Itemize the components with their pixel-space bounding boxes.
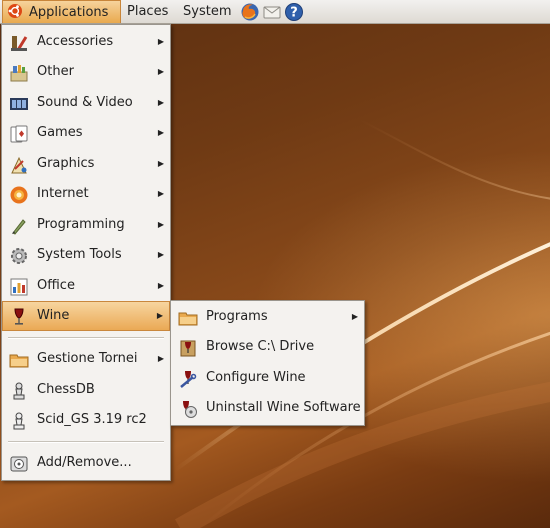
- menu-item-scid-gs[interactable]: Scid_GS 3.19 rc2: [2, 405, 170, 435]
- menu-item-label: Uninstall Wine Software: [206, 400, 361, 415]
- chessdb-icon: [13, 382, 25, 400]
- games-icon: ♦: [10, 125, 28, 143]
- menu-item-office[interactable]: Office ▶: [2, 271, 170, 301]
- programming-icon: [12, 219, 26, 235]
- svg-text:♦: ♦: [17, 130, 25, 140]
- wine-uninstall-icon: [183, 401, 197, 418]
- menu-item-label: Graphics: [37, 156, 95, 171]
- menu-item-add-remove[interactable]: Add/Remove...: [2, 448, 170, 478]
- mail-icon[interactable]: [262, 2, 282, 22]
- applications-menu-button[interactable]: Applications: [2, 0, 121, 23]
- menu-item-graphics[interactable]: Graphics ▶: [2, 149, 170, 179]
- applications-menu-label: Applications: [29, 5, 109, 20]
- wine-icon: [14, 308, 24, 325]
- menu-separator: [8, 441, 164, 443]
- menu-item-label: ChessDB: [37, 382, 95, 397]
- menu-item-other[interactable]: Other ▶: [2, 57, 170, 87]
- menu-item-label: Add/Remove...: [37, 455, 132, 470]
- menu-item-wine[interactable]: Wine ▶: [2, 301, 170, 331]
- submenu-arrow-icon: ▶: [157, 67, 164, 76]
- wine-submenu: Programs ▶ Browse C:\ Drive Configure Wi…: [170, 300, 365, 426]
- folder-icon: [178, 312, 198, 326]
- submenu-item-configure-wine[interactable]: Configure Wine: [171, 363, 364, 393]
- submenu-item-programs[interactable]: Programs ▶: [171, 302, 364, 332]
- submenu-arrow-icon: ▶: [157, 220, 164, 229]
- menu-item-label: Scid_GS 3.19 rc2: [37, 412, 147, 427]
- applications-dropdown-menu: Accessories ▶ Other ▶ Sound & Video ▶ ♦ …: [1, 24, 171, 481]
- wine-browse-icon: [180, 340, 196, 357]
- menu-item-label: Programming: [37, 217, 125, 232]
- menu-item-label: Wine: [37, 308, 70, 323]
- menu-item-label: Browse C:\ Drive: [206, 339, 315, 354]
- menu-item-label: Other: [37, 64, 74, 79]
- folder-icon: [9, 354, 29, 368]
- places-menu-button[interactable]: Places: [122, 0, 178, 23]
- menu-item-programming[interactable]: Programming ▶: [2, 210, 170, 240]
- menu-item-label: Gestione Tornei: [37, 351, 138, 366]
- submenu-arrow-icon: ▶: [156, 311, 163, 320]
- sound-video-icon: [10, 98, 28, 110]
- menu-item-label: Configure Wine: [206, 370, 306, 385]
- menu-item-games[interactable]: ♦ Games ▶: [2, 118, 170, 148]
- menu-item-chessdb[interactable]: ChessDB: [2, 375, 170, 405]
- submenu-arrow-icon: ▶: [157, 37, 164, 46]
- system-menu-button[interactable]: System: [178, 0, 240, 23]
- submenu-arrow-icon: ▶: [157, 354, 164, 363]
- menu-separator: [8, 337, 164, 339]
- scid-icon: [13, 412, 25, 430]
- submenu-arrow-icon: ▶: [157, 128, 164, 137]
- other-icon: [10, 65, 28, 82]
- menu-item-gestione-tornei[interactable]: Gestione Tornei ▶: [2, 344, 170, 374]
- submenu-arrow-icon: ▶: [157, 98, 164, 107]
- svg-text:?: ?: [290, 6, 298, 21]
- top-panel: Applications Places System ?: [0, 0, 550, 24]
- menu-item-label: Sound & Video: [37, 95, 133, 110]
- menu-item-label: Office: [37, 278, 75, 293]
- submenu-arrow-icon: ▶: [351, 312, 358, 321]
- add-remove-icon: [10, 456, 28, 472]
- menu-item-system-tools[interactable]: System Tools ▶: [2, 240, 170, 270]
- internet-icon: [10, 186, 28, 204]
- menu-item-accessories[interactable]: Accessories ▶: [2, 27, 170, 57]
- accessories-icon: [11, 36, 28, 51]
- submenu-arrow-icon: ▶: [157, 189, 164, 198]
- help-icon[interactable]: ?: [284, 2, 304, 22]
- system-tools-icon: [11, 248, 27, 264]
- wine-config-icon: [180, 371, 197, 388]
- graphics-icon: [11, 156, 27, 174]
- places-menu-label: Places: [127, 4, 169, 19]
- submenu-arrow-icon: ▶: [157, 250, 164, 259]
- firefox-icon[interactable]: [240, 2, 260, 22]
- menu-item-internet[interactable]: Internet ▶: [2, 179, 170, 209]
- submenu-arrow-icon: ▶: [157, 281, 164, 290]
- menu-item-label: Programs: [206, 309, 268, 324]
- menu-item-sound-video[interactable]: Sound & Video ▶: [2, 88, 170, 118]
- menu-item-label: Accessories: [37, 34, 114, 49]
- menu-item-label: Games: [37, 125, 83, 140]
- submenu-arrow-icon: ▶: [157, 159, 164, 168]
- menu-item-label: Internet: [37, 186, 89, 201]
- system-menu-label: System: [183, 4, 232, 19]
- submenu-item-uninstall-wine-software[interactable]: Uninstall Wine Software: [171, 393, 364, 423]
- menu-item-label: System Tools: [37, 247, 122, 262]
- submenu-item-browse-c-drive[interactable]: Browse C:\ Drive: [171, 332, 364, 362]
- office-icon: [10, 278, 28, 296]
- ubuntu-logo-icon: [8, 4, 22, 18]
